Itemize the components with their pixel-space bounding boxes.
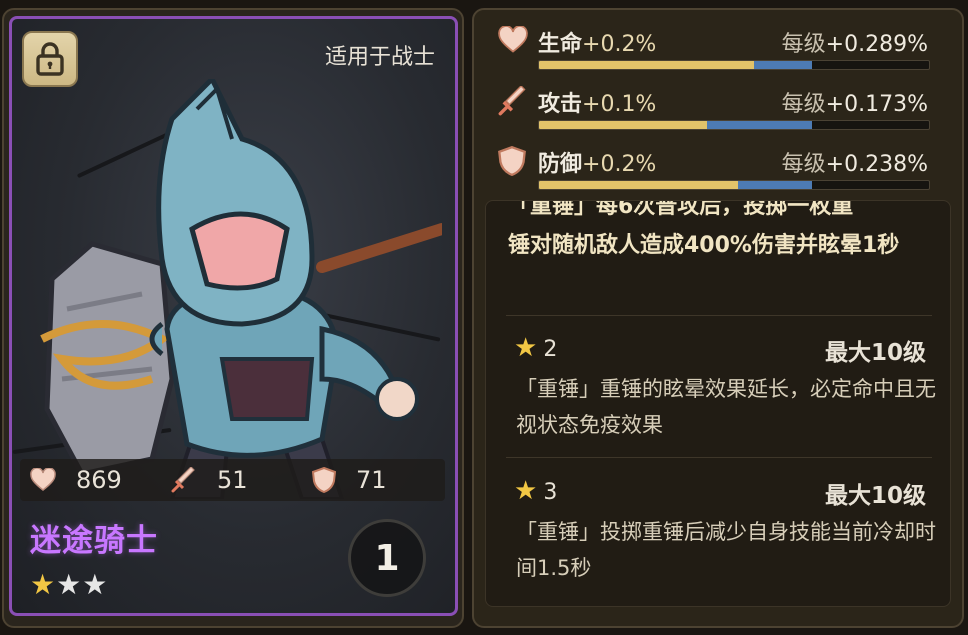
defense-value: 71 <box>356 466 387 494</box>
growth-bonus: +0.1% <box>582 92 657 117</box>
growth-bar-next <box>753 61 812 69</box>
growth-bar-next <box>737 181 812 189</box>
growth-bonus: +0.2% <box>582 152 657 177</box>
heart-icon <box>30 468 56 491</box>
skill-base-description-clipped: 「重锤」每6次普攻后，投掷一枚重 <box>508 200 854 219</box>
growth-bonus: +0.2% <box>582 32 657 57</box>
per-level-label: 每级 <box>781 92 826 117</box>
skill-description-panel[interactable]: 「重锤」每6次普攻后，投掷一枚重 锤对随机敌人造成400%伤害并眩晕1秒 ★ 2 … <box>485 200 951 607</box>
tier-max-level: 最大10级 <box>824 340 926 366</box>
per-level-label: 每级 <box>781 152 826 177</box>
growth-progress-bar <box>538 180 930 190</box>
growth-bar-base <box>539 121 707 129</box>
skill-tier-description: 「重锤」重锤的眩晕效果延长，必定命中且无视状态免疫效果 <box>516 377 936 437</box>
divider <box>506 457 932 458</box>
heart-icon <box>498 26 528 53</box>
per-level-value: +0.289% <box>825 32 928 57</box>
attack-value: 51 <box>217 466 248 494</box>
growth-label: 攻击 <box>538 92 583 117</box>
hero-star-rating: ★★★ <box>30 568 108 601</box>
growth-bar-next <box>706 121 812 129</box>
attack-stat: 51 <box>161 466 302 494</box>
class-restriction-label: 适用于战士 <box>324 45 435 70</box>
growth-progress-bar <box>538 60 930 70</box>
growth-progress-bar <box>538 120 930 130</box>
skill-tier-header: ★ 2 最大10级 <box>514 333 926 366</box>
lock-icon <box>36 42 64 76</box>
knight-portrait-image <box>40 79 442 499</box>
per-level-label: 每级 <box>781 32 826 57</box>
growth-bar-base <box>539 181 738 189</box>
growth-bar-base <box>539 61 754 69</box>
shield-icon <box>498 146 526 176</box>
sword-icon <box>498 86 526 116</box>
hero-stat-bar: 869 51 71 <box>20 459 445 501</box>
divider <box>506 315 932 316</box>
tier-number: 3 <box>543 480 558 505</box>
growth-row-hp: 生命+0.2% 每级+0.289% <box>498 26 930 76</box>
per-level-value: +0.238% <box>825 152 928 177</box>
hero-level-badge: 1 <box>348 519 426 597</box>
growth-label: 防御 <box>538 152 583 177</box>
tier-max-level: 最大10级 <box>824 483 926 509</box>
hero-card[interactable]: 适用于战士 869 51 71 迷途骑士 ★★★ 1 <box>9 16 458 616</box>
growth-row-attack: 攻击+0.1% 每级+0.173% <box>498 86 930 136</box>
sword-icon <box>171 467 195 493</box>
shield-icon <box>312 467 336 493</box>
tier-number: 2 <box>543 337 558 362</box>
hero-name: 迷途骑士 <box>30 523 158 559</box>
star-empty-icon: ★★ <box>56 568 109 601</box>
skill-base-description: 锤对随机敌人造成400%伤害并眩晕1秒 <box>508 233 900 258</box>
star-icon: ★ <box>514 333 538 363</box>
hp-value: 869 <box>76 466 122 494</box>
star-icon: ★ <box>514 476 538 506</box>
skill-tier-description: 「重锤」投掷重锤后减少自身技能当前冷却时间1.5秒 <box>516 520 936 580</box>
defense-stat: 71 <box>302 466 443 494</box>
growth-row-defense: 防御+0.2% 每级+0.238% <box>498 146 930 196</box>
star-filled-icon: ★ <box>30 568 57 601</box>
per-level-value: +0.173% <box>825 92 928 117</box>
skill-tier-header: ★ 3 最大10级 <box>514 476 926 509</box>
hp-stat: 869 <box>20 466 161 494</box>
growth-label: 生命 <box>538 32 583 57</box>
